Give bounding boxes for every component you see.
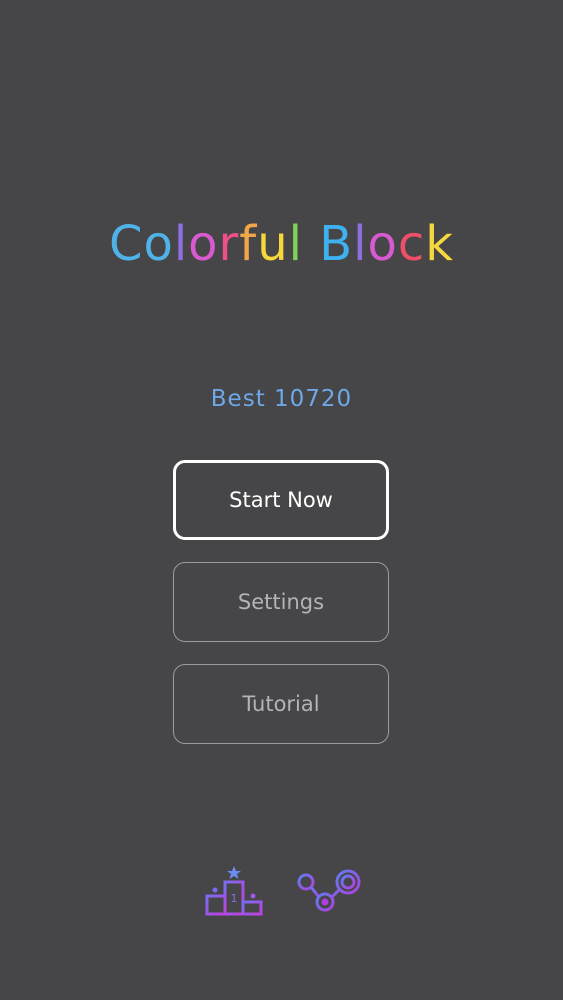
start-now-button[interactable]: Start Now [173, 460, 389, 540]
title-letter: r [218, 216, 240, 272]
title-letter: o [367, 216, 398, 272]
start-now-label: Start Now [229, 488, 333, 512]
best-score: Best 10720 [210, 386, 353, 412]
title-letter: l [353, 216, 368, 272]
settings-button[interactable]: Settings [173, 562, 389, 642]
title-letter: C [108, 216, 144, 272]
tutorial-button[interactable]: Tutorial [173, 664, 389, 744]
title-letter: f [239, 216, 258, 272]
settings-label: Settings [237, 590, 325, 614]
title-letter: k [425, 216, 455, 272]
title-letter: l [288, 216, 303, 272]
title-letter: c [397, 216, 426, 272]
title-letter: l [173, 216, 189, 272]
title-letter [303, 216, 319, 272]
tutorial-label: Tutorial [242, 692, 320, 716]
title-letter: u [257, 216, 289, 272]
title-letter: B [319, 216, 354, 272]
game-title: Colorful Block [0, 216, 563, 272]
title-letter: o [143, 216, 174, 272]
share-icon[interactable] [296, 866, 364, 916]
title-letter: o [188, 216, 219, 272]
leaderboard-icon[interactable]: 1 [203, 862, 265, 918]
podium-rank-text: 1 [231, 892, 238, 905]
